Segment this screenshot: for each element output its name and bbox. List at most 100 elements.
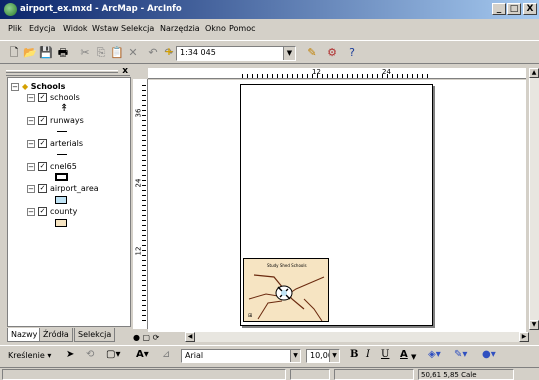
toc-close-button[interactable]: x <box>122 66 128 76</box>
tab-nazwy[interactable]: Nazwy <box>7 328 42 342</box>
chevron-down-icon[interactable]: ▼ <box>283 47 295 60</box>
undo-icon[interactable]: ↶ <box>145 45 161 61</box>
arc-toolbox-icon[interactable]: ⚙ <box>324 45 340 61</box>
map-data-frame[interactable]: Study Shed Schools ⊞ <box>243 258 329 322</box>
layer-name: cnel65 <box>50 162 77 171</box>
menu-pomoc[interactable]: Pomoc <box>229 24 256 33</box>
school-marker-icon: ↟ <box>60 103 69 114</box>
layer-visibility-checkbox[interactable]: ✓ <box>38 139 47 148</box>
toc-layer[interactable]: − ✓ airport_area <box>27 184 99 193</box>
tab-zrodla[interactable]: Źródła <box>39 328 73 342</box>
toc-layer[interactable]: − ✓ county <box>27 207 77 216</box>
toc-layer[interactable]: − ✓ runways <box>27 116 84 125</box>
toc-group-schools[interactable]: − ◆ Schools <box>11 82 65 91</box>
polygon-symbol <box>55 219 67 227</box>
layer-visibility-checkbox[interactable]: ✓ <box>38 93 47 102</box>
layer-name: runways <box>50 116 84 125</box>
print-icon[interactable]: 🖶 <box>55 45 71 61</box>
collapse-icon[interactable]: − <box>27 162 35 171</box>
map-scale-combo[interactable]: 1:34 045 ▼ <box>176 46 296 61</box>
chevron-down-icon[interactable]: ▼ <box>329 350 339 362</box>
save-icon[interactable]: 💾 <box>38 45 54 61</box>
scroll-up-icon[interactable]: ▲ <box>529 68 539 78</box>
menu-wstaw[interactable]: Wstaw <box>92 24 119 33</box>
select-elements-icon[interactable]: ➤ <box>66 349 74 360</box>
rotate-icon[interactable]: ⟲ <box>86 349 94 360</box>
layer-visibility-checkbox[interactable]: ✓ <box>38 162 47 171</box>
status-field <box>334 369 414 380</box>
collapse-icon[interactable]: − <box>27 93 35 102</box>
edit-vertices-icon[interactable]: ⊿ <box>162 349 170 360</box>
line-symbol <box>57 154 67 155</box>
ruler-label: 24 <box>382 68 391 76</box>
toc-tabs: Nazwy Źródła Selekcja <box>7 328 131 342</box>
toc-layer[interactable]: − ✓ schools <box>27 93 80 102</box>
cut-icon[interactable]: ✂ <box>77 45 93 61</box>
toc-layer[interactable]: − ✓ arterials <box>27 139 83 148</box>
horizontal-ruler: 12 24 <box>148 68 526 79</box>
layer-visibility-checkbox[interactable]: ✓ <box>38 116 47 125</box>
rectangle-icon[interactable]: ▢▾ <box>106 349 120 360</box>
horizontal-scrollbar[interactable]: ◀ ▶ <box>185 332 529 342</box>
chevron-down-icon[interactable]: ▼ <box>411 353 416 361</box>
collapse-icon[interactable]: − <box>11 82 19 91</box>
bold-button[interactable]: B <box>350 349 358 360</box>
fill-color-icon[interactable]: ◈▾ <box>428 349 441 360</box>
italic-button[interactable]: I <box>366 349 370 360</box>
scroll-down-icon[interactable]: ▼ <box>529 320 539 330</box>
close-button[interactable]: X <box>523 3 537 15</box>
editor-icon[interactable]: ✎ <box>304 45 320 61</box>
paste-icon[interactable]: 📋 <box>109 45 125 61</box>
menu-selekcja[interactable]: Selekcja <box>121 24 154 33</box>
vertical-ruler: 36 24 12 <box>133 79 148 329</box>
layer-name: airport_area <box>50 184 99 193</box>
layer-visibility-checkbox[interactable]: ✓ <box>38 207 47 216</box>
maximize-button[interactable]: □ <box>507 3 521 15</box>
scroll-right-icon[interactable]: ▶ <box>519 332 529 342</box>
status-message <box>2 369 286 380</box>
collapse-icon[interactable]: − <box>27 184 35 193</box>
collapse-icon[interactable]: − <box>27 116 35 125</box>
layer-name: arterials <box>50 139 84 148</box>
copy-icon[interactable]: ⎘ <box>93 45 109 61</box>
title-bar: airport_ex.mxd - ArcMap - ArcInfo _ □ X <box>0 0 539 19</box>
new-icon[interactable]: 🗋 <box>6 45 22 61</box>
menu-plik[interactable]: Plik <box>8 24 22 33</box>
ruler-ticks <box>242 74 432 78</box>
font-color-icon[interactable]: A <box>400 349 408 360</box>
draw-menu[interactable]: Kreślenie ▾ <box>8 351 51 360</box>
chevron-down-icon[interactable]: ▼ <box>290 350 300 362</box>
delete-icon[interactable]: ✕ <box>125 45 141 61</box>
group-label: Schools <box>30 82 66 91</box>
new-text-icon[interactable]: A▾ <box>136 349 149 360</box>
toolbar-grip[interactable] <box>6 70 118 73</box>
standard-toolbar: 🗋 📂 💾 🖶 ✂ ⎘ 📋 ✕ ↶ ↷ 1:34 045 ▼ ✎ ⚙ ? <box>0 40 539 64</box>
menu-okno[interactable]: Okno <box>205 24 226 33</box>
whats-this-icon[interactable]: ? <box>344 45 360 61</box>
scroll-left-icon[interactable]: ◀ <box>185 332 195 342</box>
font-combo[interactable]: Arial ▼ <box>181 349 301 363</box>
vertical-scrollbar[interactable]: ▲ ▼ <box>529 68 539 330</box>
view-toggle-icons[interactable]: ● ▢ ⟳ <box>133 333 159 342</box>
minimize-button[interactable]: _ <box>492 3 506 15</box>
arcmap-globe-icon[interactable] <box>4 3 17 16</box>
coordinate-readout: 50,61 5,85 Cale <box>418 369 514 380</box>
marker-color-icon[interactable]: ●▾ <box>482 349 496 360</box>
add-data-icon[interactable]: + <box>161 44 177 60</box>
ruler-ticks <box>142 85 146 325</box>
menu-widok[interactable]: Widok <box>63 24 88 33</box>
menu-narzedzia[interactable]: Narzędzia <box>160 24 200 33</box>
menu-edycja[interactable]: Edycja <box>29 24 55 33</box>
layer-name: county <box>50 207 78 216</box>
tab-selekcja[interactable]: Selekcja <box>74 328 116 342</box>
line-color-icon[interactable]: ✎▾ <box>454 349 467 360</box>
underline-button[interactable]: U <box>381 349 389 360</box>
map-scale-value: 1:34 045 <box>180 48 216 57</box>
layer-visibility-checkbox[interactable]: ✓ <box>38 184 47 193</box>
font-size-combo[interactable]: 10,00 ▼ <box>306 349 340 363</box>
open-icon[interactable]: 📂 <box>22 45 38 61</box>
collapse-icon[interactable]: − <box>27 207 35 216</box>
collapse-icon[interactable]: − <box>27 139 35 148</box>
toc-layer[interactable]: − ✓ cnel65 <box>27 162 77 171</box>
layer-name: schools <box>50 93 80 102</box>
